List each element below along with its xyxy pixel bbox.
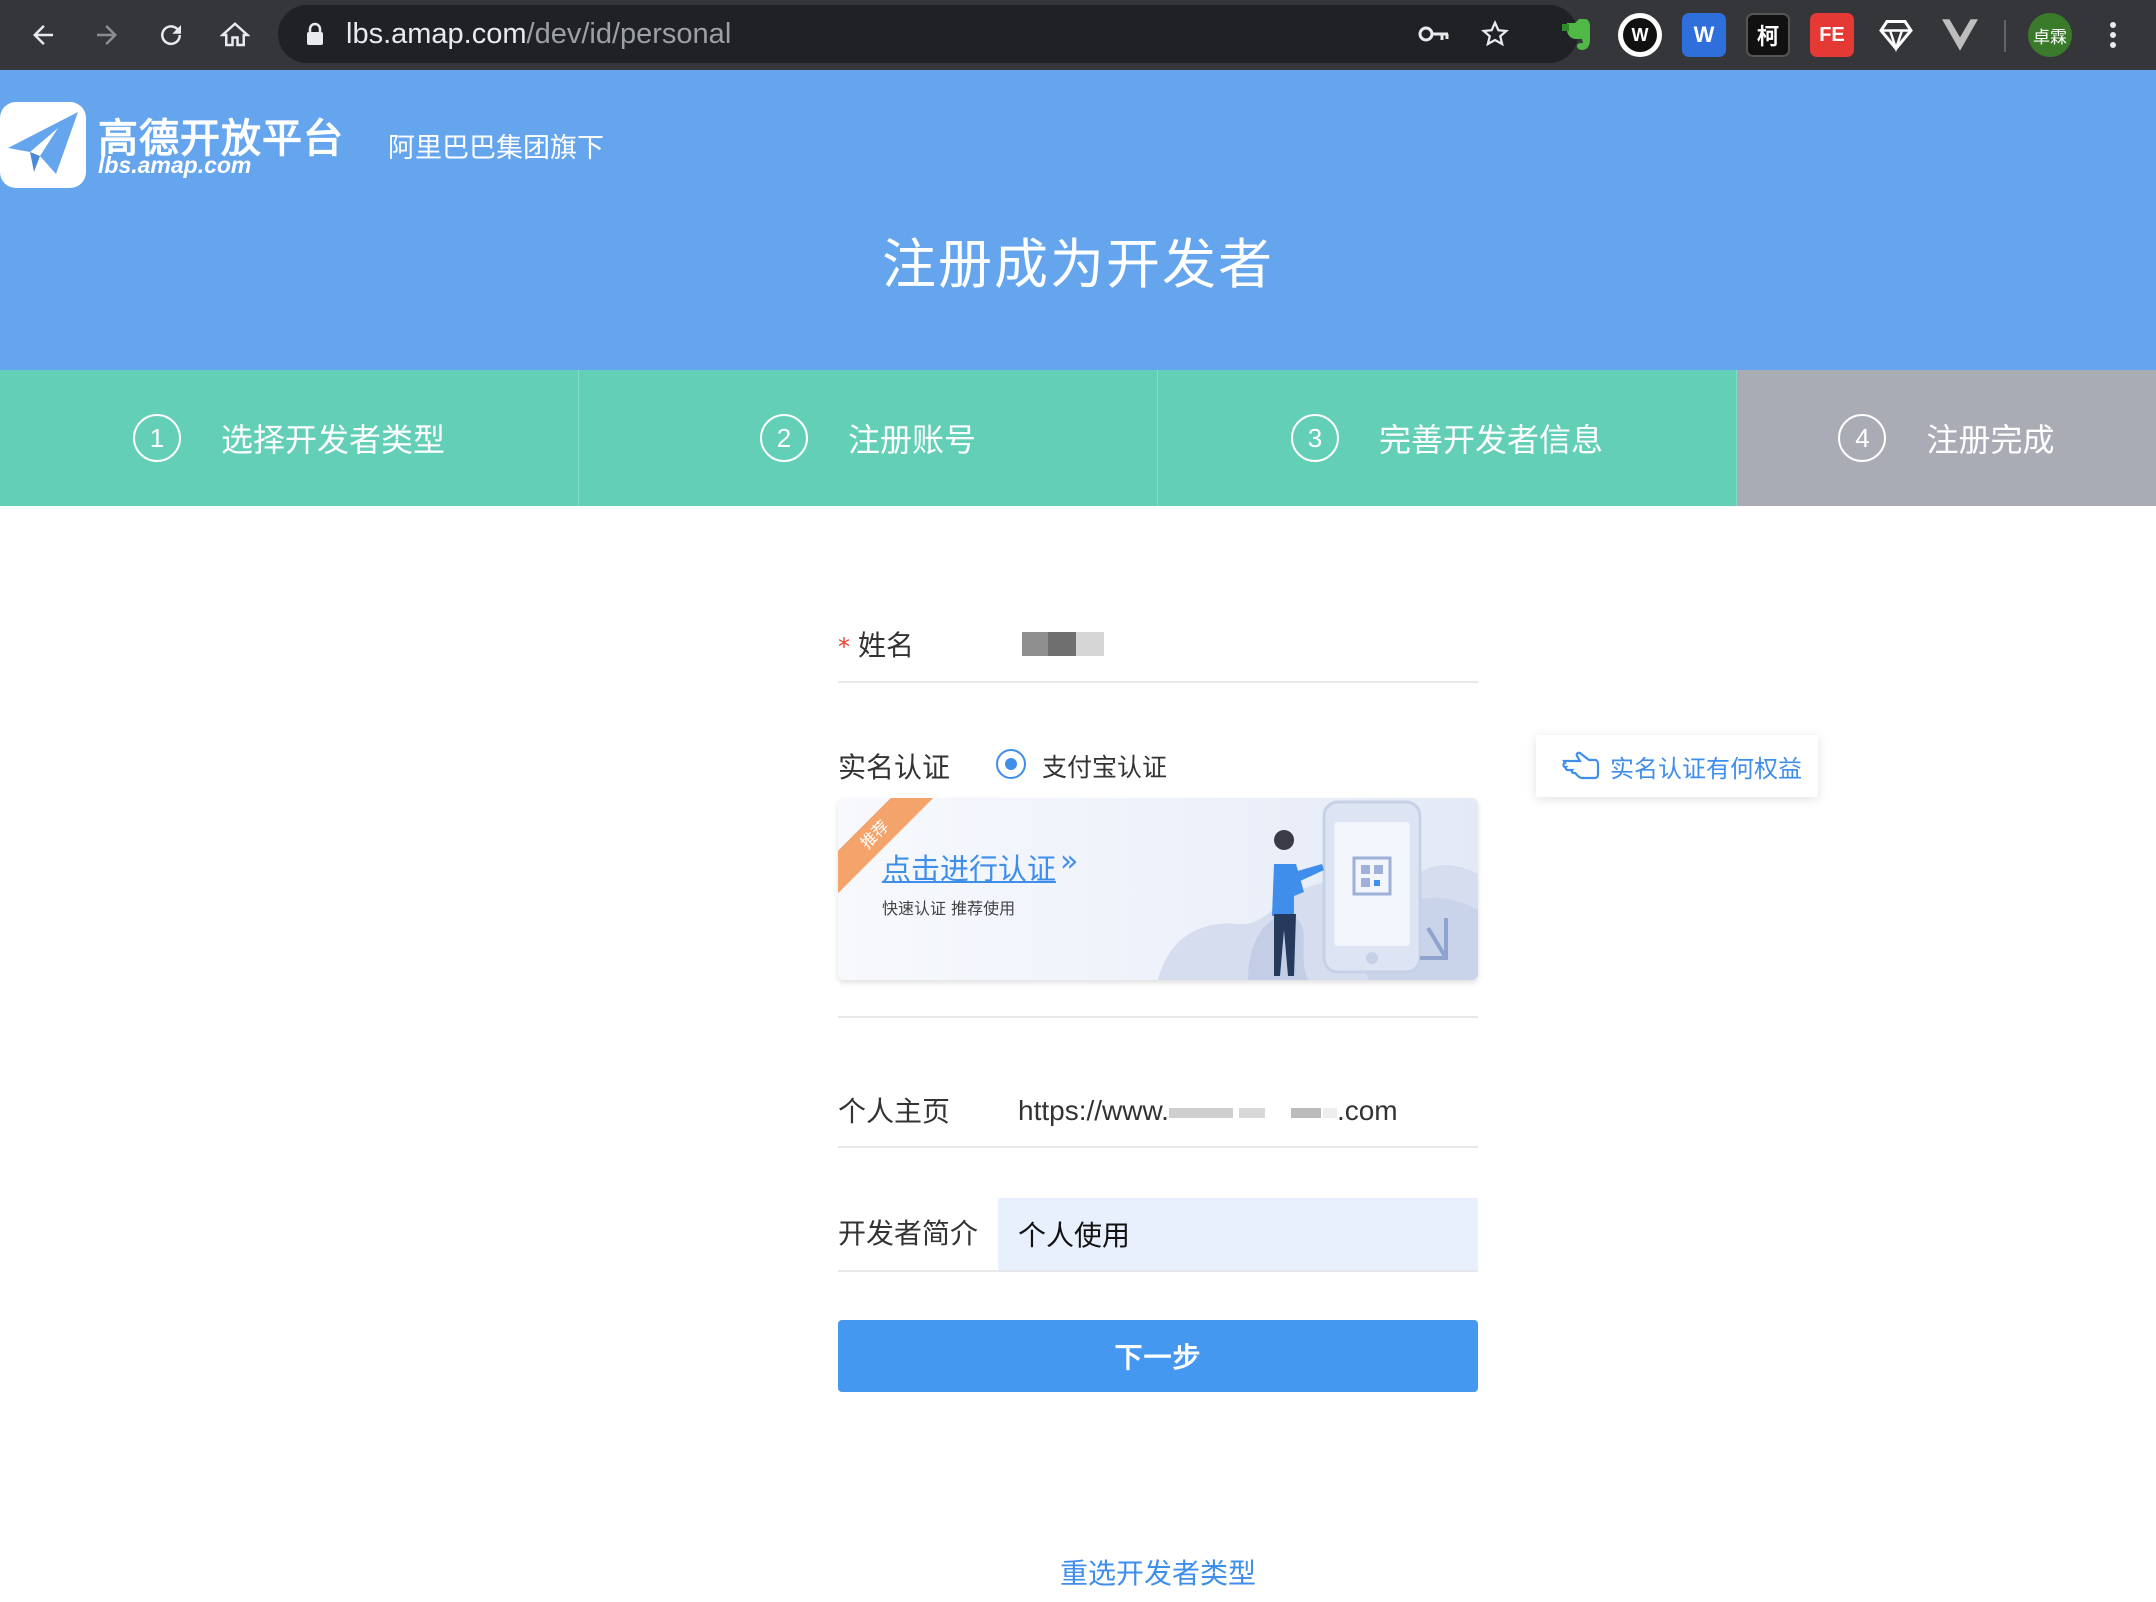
address-bar[interactable]: lbs.amap.com/dev/id/personal (278, 5, 1578, 63)
auth-card-subtitle: 快速认证 推荐使用 (882, 899, 1016, 918)
vue-icon[interactable] (1938, 13, 1982, 57)
name-label: * 姓名 (838, 624, 914, 664)
step-label: 注册账号 (847, 421, 976, 459)
step-number: 4 (1838, 414, 1887, 462)
step-complete-info: 3 完善开发者信息 (1158, 370, 1737, 506)
diamond-icon[interactable] (1874, 13, 1918, 57)
start-auth-link[interactable]: 点击进行认证 (882, 846, 1056, 888)
evernote-icon[interactable] (1554, 13, 1598, 57)
page-banner: 高德开放平台 lbs.amap.com 阿里巴巴集团旗下 注册成为开发者 (0, 70, 2156, 370)
fe-icon[interactable]: FE (1810, 13, 1854, 57)
intro-value: 个人使用 (1018, 1219, 1131, 1252)
w-blue-icon[interactable]: W (1682, 13, 1726, 57)
alipay-radio-label[interactable]: 支付宝认证 (1042, 748, 1167, 784)
step-number: 2 (759, 414, 808, 462)
logo-domain: lbs.amap.com (98, 152, 252, 178)
amap-logo-icon[interactable] (0, 102, 86, 188)
page-title: 注册成为开发者 (882, 233, 1274, 296)
star-icon[interactable] (1480, 19, 1510, 49)
alipay-auth-card[interactable]: 推荐 点击进行认证 » 快速认证 推荐使用 (838, 798, 1478, 980)
redacted-block (1238, 1107, 1265, 1118)
divider (838, 1146, 1478, 1148)
more-vert-icon (2110, 22, 2116, 48)
forward-arrow-icon (97, 25, 117, 45)
pointing-hand-icon (1562, 751, 1600, 780)
step-label: 注册完成 (1926, 421, 2055, 459)
forward-button[interactable] (84, 12, 130, 58)
divider (838, 1270, 1478, 1272)
browser-toolbar: lbs.amap.com/dev/id/personal W W 柯 FE 卓霖 (0, 0, 2156, 70)
logo-subtitle: 阿里巴巴集团旗下 (388, 133, 604, 164)
benefit-label: 实名认证有何权益 (1610, 754, 1802, 783)
intro-input[interactable]: 个人使用 (998, 1198, 1478, 1270)
realname-label: 实名认证 (838, 751, 951, 784)
step-register-account: 2 注册账号 (579, 370, 1158, 506)
homepage-input[interactable]: https://www. .com (1018, 1095, 1398, 1127)
step-finished: 4 注册完成 (1737, 370, 2156, 506)
homepage-suffix: .com (1336, 1095, 1398, 1126)
toolbar-separator (2004, 20, 2006, 52)
divider (838, 681, 1478, 683)
redacted-block (1290, 1107, 1321, 1118)
profile-avatar[interactable]: 卓霖 (2028, 13, 2072, 57)
url-text: lbs.amap.com/dev/id/personal (346, 5, 731, 63)
step-number: 3 (1290, 414, 1339, 462)
double-chevron-icon: » (1060, 844, 1079, 879)
home-button[interactable] (212, 12, 258, 58)
name-label-text: 姓名 (858, 629, 915, 662)
redacted-block (1168, 1107, 1233, 1118)
step-number: 1 (132, 414, 181, 462)
home-icon (220, 22, 250, 47)
redacted-block (1322, 1107, 1337, 1118)
reload-button[interactable] (148, 12, 194, 58)
homepage-label: 个人主页 (838, 1095, 951, 1128)
name-field-value[interactable] (1022, 632, 1104, 656)
required-mark: * (838, 633, 850, 661)
back-arrow-icon (33, 25, 53, 45)
w-circle-icon[interactable]: W (1618, 13, 1662, 57)
url-host: lbs.amap.com (346, 18, 527, 50)
alipay-radio[interactable] (996, 749, 1026, 779)
divider (838, 1016, 1478, 1018)
homepage-prefix: https://www. (1018, 1095, 1169, 1126)
intro-label: 开发者简介 (838, 1217, 979, 1250)
reload-icon (161, 25, 182, 46)
registration-steps: 1 选择开发者类型 2 注册账号 3 完善开发者信息 4 注册完成 (0, 370, 2156, 506)
realname-benefit-button[interactable]: 实名认证有何权益 (1536, 735, 1818, 797)
step-label: 完善开发者信息 (1378, 421, 1603, 459)
step-select-type: 1 选择开发者类型 (0, 370, 579, 506)
phone-scan-illustration (1158, 800, 1478, 980)
reselect-type-link[interactable]: 重选开发者类型 (0, 1552, 2156, 1592)
menu-button[interactable] (2090, 12, 2136, 58)
key-icon[interactable] (1418, 22, 1450, 46)
lock-icon (307, 22, 323, 45)
step-label: 选择开发者类型 (220, 421, 445, 459)
back-button[interactable] (20, 12, 66, 58)
url-path: /dev/id/personal (526, 18, 732, 50)
ke-icon[interactable]: 柯 (1746, 13, 1790, 57)
next-step-button[interactable]: 下一步 (838, 1320, 1478, 1392)
